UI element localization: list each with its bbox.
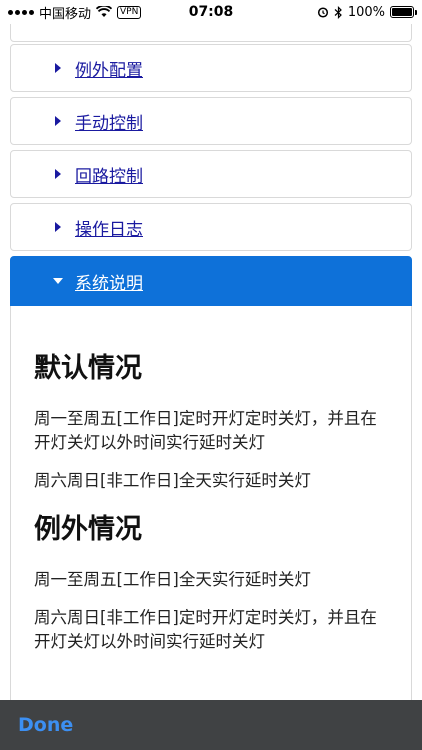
caret-right-icon	[55, 116, 61, 126]
panel-label-system-description[interactable]: 系统说明	[75, 269, 143, 294]
status-left: 中国移动 VPN	[8, 3, 142, 22]
signal-icon	[8, 9, 34, 15]
caret-right-icon	[55, 63, 61, 73]
status-bar: 中国移动 VPN 07:08 100%	[0, 0, 422, 24]
battery-icon	[390, 6, 417, 18]
bluetooth-icon	[334, 5, 342, 19]
vpn-badge: VPN	[117, 5, 142, 19]
default-heading: 默认情况	[34, 353, 142, 384]
done-button[interactable]: Done	[18, 714, 73, 736]
panel-system-description[interactable]: 系统说明	[10, 256, 412, 306]
panel-label-circuit-control[interactable]: 回路控制	[75, 162, 143, 187]
panel-label-exception-config[interactable]: 例外配置	[75, 56, 143, 81]
system-description-body: 默认情况 周一至周五[工作日]定时开灯定时关灯，并且在开灯关灯以外时间实行延时关…	[10, 306, 412, 706]
battery-fill	[392, 8, 412, 16]
exception-paragraph-1: 周一至周五[工作日]全天实行延时关灯	[34, 570, 311, 589]
battery-percent: 100%	[347, 4, 385, 20]
default-paragraph-1: 周一至周五[工作日]定时开灯定时关灯，并且在开灯关灯以外时间实行延时关灯	[34, 409, 377, 452]
caret-right-icon	[55, 222, 61, 232]
panel-operation-log[interactable]: 操作日志	[10, 203, 412, 251]
status-right: 100%	[317, 4, 417, 20]
alarm-icon	[317, 7, 328, 18]
exception-paragraph-2: 周六周日[非工作日]定时开灯定时关灯，并且在开灯关灯以外时间实行延时关灯	[34, 608, 377, 651]
carrier-name: 中国移动	[39, 6, 92, 22]
wifi-icon	[96, 6, 113, 17]
default-paragraph-2: 周六周日[非工作日]全天实行延时关灯	[34, 471, 311, 490]
panel-label-operation-log[interactable]: 操作日志	[75, 215, 143, 240]
panel-manual-control[interactable]: 手动控制	[10, 97, 412, 145]
keyboard-toolbar: Done	[0, 700, 422, 750]
panel-exception-config[interactable]: 例外配置	[10, 44, 412, 92]
panel-label-manual-control[interactable]: 手动控制	[75, 109, 143, 134]
panel-circuit-control[interactable]: 回路控制	[10, 150, 412, 198]
caret-down-icon	[53, 278, 63, 284]
exception-heading: 例外情况	[34, 514, 142, 545]
caret-right-icon	[55, 169, 61, 179]
